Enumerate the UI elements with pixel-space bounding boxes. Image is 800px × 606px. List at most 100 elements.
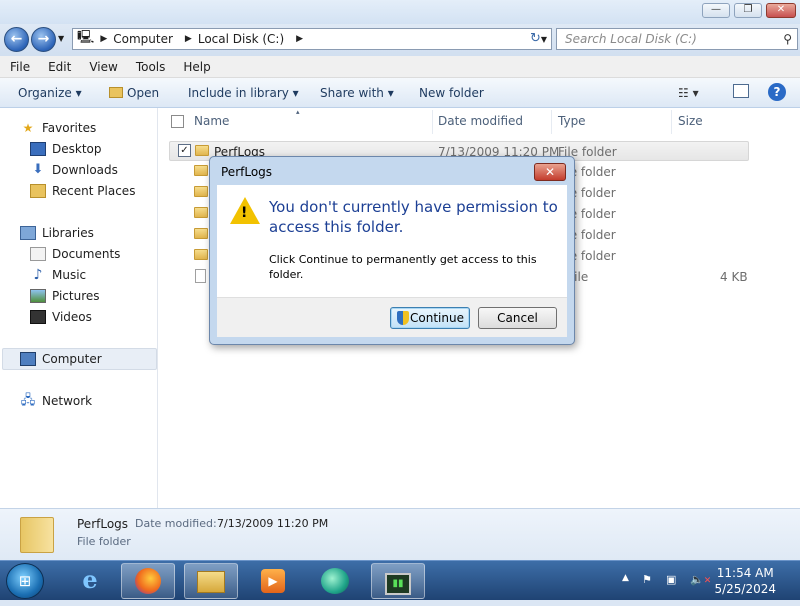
details-date-label: Date modified: <box>135 517 217 530</box>
internet-explorer-icon[interactable]: e <box>63 563 117 599</box>
windows-explorer-icon[interactable] <box>184 563 238 599</box>
column-divider[interactable] <box>671 110 672 134</box>
view-options-icon[interactable]: ☷ ▾ <box>678 86 699 100</box>
dropdown-icon[interactable]: ▼ <box>541 35 547 44</box>
menu-bar: File Edit View Tools Help <box>0 56 800 78</box>
new-folder-button[interactable]: New folder <box>419 86 484 100</box>
music-icon: ♪ <box>33 267 43 283</box>
firefox-icon[interactable] <box>121 563 175 599</box>
media-player-icon[interactable]: ▶ <box>246 563 300 599</box>
column-type[interactable]: Type <box>558 114 586 128</box>
downloads-icon: ⬇ <box>32 162 44 177</box>
folder-icon <box>195 145 209 156</box>
nav-downloads[interactable]: ⬇ Downloads <box>30 162 118 178</box>
close-button[interactable]: ✕ <box>766 3 796 18</box>
cancel-button[interactable]: Cancel <box>478 307 557 329</box>
command-bar: Organize ▾ Open Include in library ▾ Sha… <box>0 78 800 108</box>
menu-tools[interactable]: Tools <box>126 60 174 74</box>
details-type: File folder <box>77 535 131 548</box>
menu-view[interactable]: View <box>79 60 125 74</box>
dialog-body: ! You don't currently have permission to… <box>217 185 567 337</box>
clock-date: 5/25/2024 <box>714 582 776 596</box>
minimize-button[interactable]: — <box>702 3 730 18</box>
folder-icon <box>194 249 208 260</box>
details-date: 7/13/2009 11:20 PM <box>217 517 329 530</box>
column-name[interactable]: Name <box>194 114 229 128</box>
network-status-icon[interactable]: ▣ <box>666 573 676 586</box>
star-icon: ★ <box>22 121 34 135</box>
folder-icon <box>194 228 208 239</box>
chevron-right-icon: ▶ <box>100 34 108 44</box>
forward-button[interactable]: → <box>31 27 56 52</box>
nav-music[interactable]: ♪ Music <box>30 267 87 283</box>
select-all-checkbox[interactable] <box>171 115 184 128</box>
libraries-icon <box>20 226 36 240</box>
row-checkbox[interactable]: ✓ <box>178 144 191 157</box>
address-row: ← → ▼ 🖳 ▶ Computer ▶ Local Disk (C:) ▶ ▼… <box>0 24 800 56</box>
desktop-icon <box>30 142 46 156</box>
network-icon: 🖧 <box>20 393 36 408</box>
chevron-right-icon: ▶ <box>184 34 192 44</box>
terminal-app-icon[interactable]: ▮▮ <box>371 563 425 599</box>
menu-edit[interactable]: Edit <box>38 60 79 74</box>
recent-places-icon <box>30 184 46 198</box>
dialog-footer: Continue Cancel <box>217 297 567 337</box>
column-size[interactable]: Size <box>678 114 703 128</box>
column-date-modified[interactable]: Date modified <box>438 114 523 128</box>
search-input[interactable]: Search Local Disk (C:) ⚲ <box>556 28 798 50</box>
breadcrumb-local-disk[interactable]: Local Disk (C:) <box>198 32 284 46</box>
start-button[interactable]: ⊞ <box>6 563 44 599</box>
column-divider[interactable] <box>551 110 552 134</box>
nav-desktop[interactable]: Desktop <box>30 142 102 156</box>
warning-mark: ! <box>241 205 248 221</box>
system-clock[interactable]: 11:54 AM 5/25/2024 <box>714 565 776 597</box>
title-bar: — ❐ ✕ <box>0 0 800 24</box>
nav-documents[interactable]: Documents <box>30 247 120 261</box>
help-icon[interactable]: ? <box>768 83 786 101</box>
videos-icon <box>30 310 46 324</box>
dialog-title: PerfLogs <box>221 165 273 179</box>
file-icon <box>195 269 206 283</box>
menu-file[interactable]: File <box>0 60 38 74</box>
nav-network[interactable]: 🖧 Network <box>20 393 92 409</box>
address-bar[interactable]: 🖳 ▶ Computer ▶ Local Disk (C:) ▶ ▼ <box>72 28 552 50</box>
details-pane: PerfLogs Date modified: 7/13/2009 11:20 … <box>0 508 800 560</box>
share-with-button[interactable]: Share with ▾ <box>320 86 394 100</box>
navigation-pane: ★ Favorites Desktop ⬇ Downloads Recent Pla… <box>0 108 158 508</box>
open-button[interactable]: Open <box>109 86 159 100</box>
menu-help[interactable]: Help <box>173 60 218 74</box>
search-icon[interactable]: ⚲ <box>783 29 792 49</box>
folder-icon <box>194 186 208 197</box>
chevron-right-icon: ▶ <box>296 34 304 44</box>
action-center-flag-icon[interactable]: ⚑ <box>642 573 652 586</box>
file-size: 4 KB <box>720 270 748 284</box>
nav-pictures[interactable]: Pictures <box>30 289 100 303</box>
continue-button[interactable]: Continue <box>390 307 470 329</box>
folder-icon <box>20 517 54 553</box>
documents-icon <box>30 247 46 261</box>
refresh-icon[interactable]: ↻ <box>530 31 541 46</box>
computer-icon <box>20 352 36 366</box>
folder-open-icon <box>109 87 123 98</box>
maximize-button[interactable]: ❐ <box>734 3 762 18</box>
include-in-library-button[interactable]: Include in library ▾ <box>188 86 299 100</box>
back-button[interactable]: ← <box>4 27 29 52</box>
taskbar: ⊞ e ▶ ▮▮ ▲ ⚑ ▣ 🔈✕ 11:54 AM 5/25/2024 <box>0 560 800 600</box>
nav-favorites[interactable]: ★ Favorites <box>20 121 97 135</box>
permission-dialog: PerfLogs ✕ ! You don't currently have pe… <box>209 156 575 345</box>
column-divider[interactable] <box>432 110 433 134</box>
organize-button[interactable]: Organize ▾ <box>18 86 82 100</box>
nav-recent-places[interactable]: Recent Places <box>30 184 135 198</box>
details-name: PerfLogs <box>77 517 129 531</box>
show-hidden-icons[interactable]: ▲ <box>622 573 629 583</box>
nav-libraries[interactable]: Libraries <box>20 226 94 240</box>
nav-computer[interactable]: Computer <box>20 352 102 366</box>
app-teal-icon[interactable] <box>308 563 362 599</box>
volume-muted-icon[interactable]: 🔈✕ <box>690 573 711 586</box>
recent-pages-icon[interactable]: ▼ <box>58 34 64 43</box>
folder-icon <box>194 207 208 218</box>
nav-videos[interactable]: Videos <box>30 310 92 324</box>
preview-pane-icon[interactable] <box>733 84 749 98</box>
breadcrumb-computer[interactable]: Computer <box>113 32 173 46</box>
dialog-close-button[interactable]: ✕ <box>534 163 566 181</box>
